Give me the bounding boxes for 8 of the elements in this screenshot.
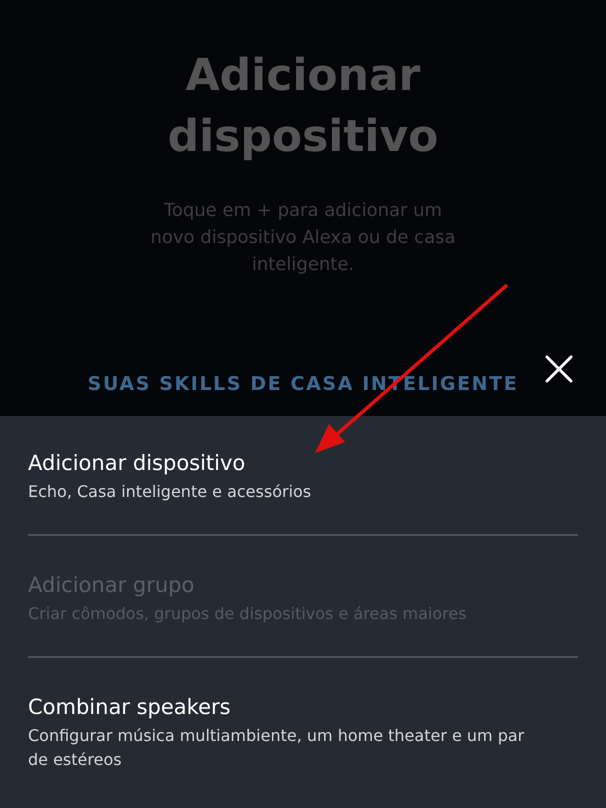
menu-item-title[interactable]: Combinar speakers	[28, 692, 578, 722]
menu-item-description: Echo, Casa inteligente e acessórios	[28, 481, 312, 503]
page-description: Toque em + para adicionar um novo dispositivo Alexa ou de casa inteligente.	[149, 199, 457, 277]
close-icon	[545, 355, 573, 383]
close-button[interactable]	[545, 355, 573, 383]
page-title: Adicionar dispositivo	[166, 49, 440, 164]
menu-item-title[interactable]: Adicionar dispositivo	[28, 448, 578, 478]
menu-item-description: Configurar música multiambiente, um home theater e um par de estéreos	[28, 725, 526, 771]
